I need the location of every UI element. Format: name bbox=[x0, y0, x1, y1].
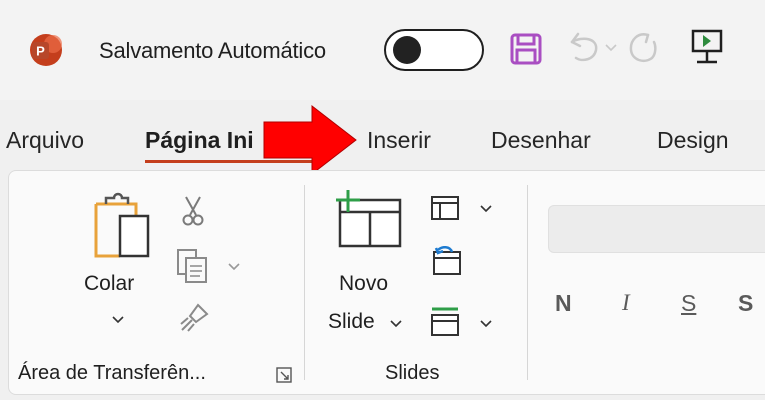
paste-dropdown-icon[interactable] bbox=[112, 316, 124, 324]
bold-button[interactable]: N bbox=[555, 290, 572, 317]
section-icon[interactable] bbox=[430, 305, 460, 337]
new-slide-dropdown-icon[interactable] bbox=[390, 320, 402, 328]
copy-dropdown-icon[interactable] bbox=[228, 263, 240, 271]
undo-icon[interactable] bbox=[568, 30, 602, 66]
tab-pagina-inicial[interactable]: Página Ini bbox=[145, 127, 254, 154]
copy-icon[interactable] bbox=[176, 248, 210, 284]
autosave-label: Salvamento Automático bbox=[99, 38, 326, 63]
format-painter-icon[interactable] bbox=[178, 302, 210, 334]
group-separator bbox=[527, 185, 528, 380]
new-slide-label-line1[interactable]: Novo bbox=[339, 272, 388, 296]
scissors-icon[interactable] bbox=[180, 195, 206, 227]
tab-inserir[interactable]: Inserir bbox=[367, 127, 431, 154]
slides-group-label: Slides bbox=[385, 362, 440, 384]
ribbon-tabs: Arquivo Página Ini Inserir Desenhar Desi… bbox=[0, 100, 765, 170]
layout-dropdown-icon[interactable] bbox=[480, 205, 492, 213]
reset-slide-icon[interactable] bbox=[430, 246, 462, 276]
autosave-toggle[interactable] bbox=[384, 29, 484, 71]
title-bar: P Salvamento Automático bbox=[0, 0, 765, 100]
start-slideshow-icon[interactable] bbox=[690, 28, 724, 68]
underline-button[interactable]: S bbox=[681, 290, 696, 317]
save-icon[interactable] bbox=[509, 32, 543, 66]
tab-arquivo[interactable]: Arquivo bbox=[6, 127, 84, 154]
tab-design[interactable]: Design bbox=[657, 127, 729, 154]
font-name-combobox[interactable] bbox=[548, 205, 765, 253]
powerpoint-logo-icon: P bbox=[30, 34, 62, 66]
new-slide-icon[interactable] bbox=[330, 188, 404, 250]
italic-button[interactable]: I bbox=[622, 290, 630, 316]
dialog-launcher-icon[interactable] bbox=[276, 367, 292, 383]
red-arrow-annotation-icon bbox=[263, 104, 357, 176]
paste-label[interactable]: Colar bbox=[84, 272, 134, 296]
clipboard-group-label: Área de Transferên... bbox=[18, 362, 206, 384]
section-dropdown-icon[interactable] bbox=[480, 320, 492, 328]
new-slide-label-line2[interactable]: Slide bbox=[328, 310, 375, 334]
paste-icon[interactable] bbox=[92, 192, 152, 260]
svg-text:P: P bbox=[36, 44, 45, 59]
toggle-knob bbox=[393, 36, 421, 64]
group-separator bbox=[304, 185, 305, 380]
layout-icon[interactable] bbox=[430, 195, 460, 221]
undo-dropdown-icon[interactable] bbox=[605, 44, 617, 52]
strikethrough-button[interactable]: S bbox=[738, 290, 753, 317]
tab-desenhar[interactable]: Desenhar bbox=[491, 127, 591, 154]
redo-icon[interactable] bbox=[626, 30, 660, 66]
